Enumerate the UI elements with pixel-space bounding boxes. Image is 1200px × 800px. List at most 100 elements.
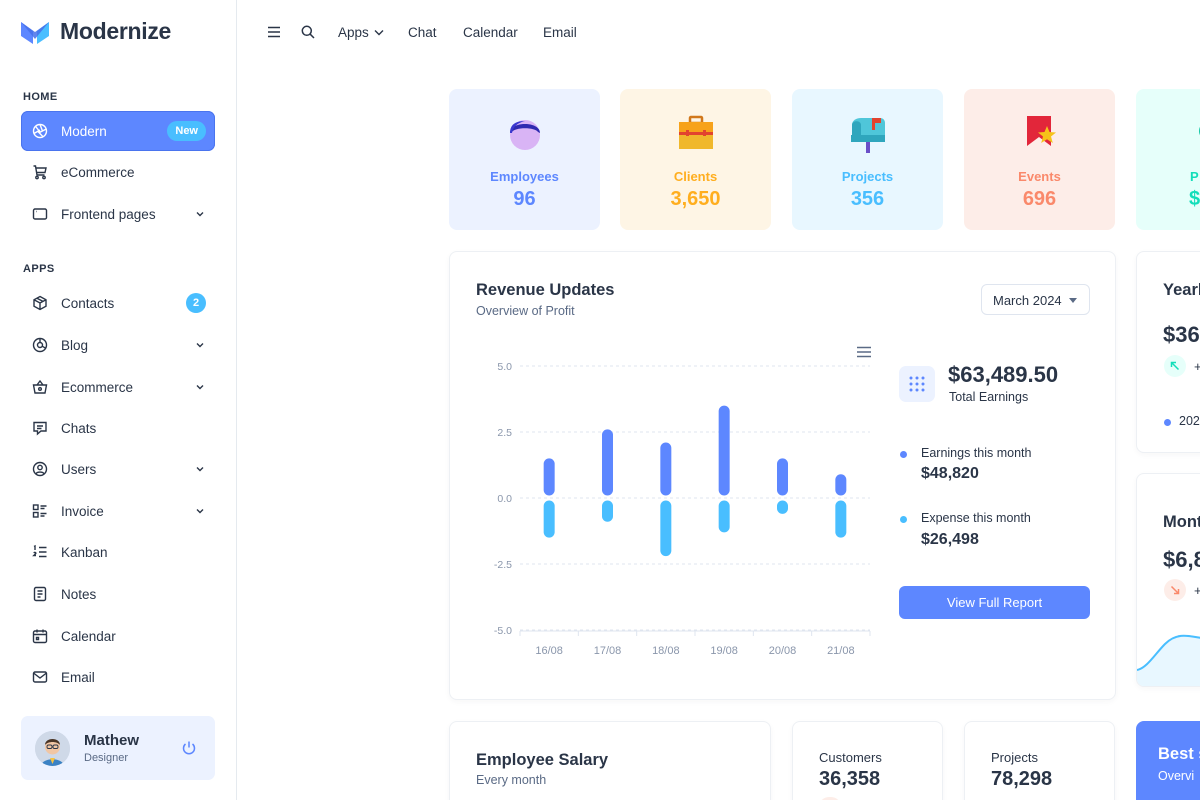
y-tick-label: -2.5 (494, 559, 512, 571)
stat-value: 696 (1022, 188, 1057, 210)
sidebar-item-calendar[interactable]: Calendar (21, 616, 215, 656)
stat-card-clients[interactable]: Clients 3,650 (620, 89, 771, 230)
message-icon (32, 420, 48, 436)
arrow-up-left-icon (1164, 355, 1186, 377)
chevron-down-icon (194, 381, 206, 393)
stat-card-employees[interactable]: Employees 96 (449, 89, 600, 230)
chart-donut-icon (32, 337, 48, 353)
mailbox-icon (851, 118, 885, 153)
notes-icon (32, 586, 48, 602)
stat-label: Employees (490, 169, 559, 184)
card-title: Employee Salary (476, 751, 609, 769)
topbar-email-link[interactable]: Email (543, 25, 577, 40)
y-tick-label: -5.0 (494, 625, 512, 637)
menu-icon[interactable] (266, 24, 282, 40)
topbar-calendar-link[interactable]: Calendar (463, 25, 518, 40)
sidebar-item-invoice[interactable]: Invoice (21, 491, 215, 531)
sidebar-item-label: Kanban (61, 544, 108, 560)
card-title: Mont (1163, 513, 1200, 531)
topbar-apps-label: Apps (338, 25, 369, 40)
contacts-count-badge: 2 (186, 293, 206, 313)
earnings-bar (718, 405, 730, 496)
x-tick-label: 19/08 (710, 645, 738, 657)
sidebar-item-label: Invoice (61, 503, 104, 519)
payroll-icon (1199, 126, 1200, 136)
nav-caption-home: HOME (23, 91, 58, 103)
sidebar-item-label: Users (61, 461, 97, 477)
sidebar-item-label: Frontend pages (61, 206, 156, 222)
chevron-down-icon (194, 339, 206, 351)
stat-label: Events (1018, 169, 1061, 184)
employee-salary-card: Employee Salary Every month (449, 721, 771, 800)
chevron-down-icon (194, 208, 206, 220)
card-title: Yearl (1163, 281, 1200, 299)
legend-dot-earnings (900, 451, 907, 458)
package-icon (32, 295, 48, 311)
monthly-earnings-card: Mont $6,8 + (1136, 473, 1200, 687)
aperture-icon (32, 123, 48, 139)
expense-bar (660, 500, 672, 557)
projects-card: Projects 78,298 (964, 721, 1115, 800)
card-title: Best s (1158, 745, 1200, 763)
sidebar-item-label: Notes (61, 586, 97, 602)
search-icon[interactable] (300, 24, 316, 40)
chevron-down-icon (194, 463, 206, 475)
briefcase-icon (679, 115, 713, 149)
sidebar-item-frontend-pages[interactable]: Frontend pages (21, 194, 215, 234)
stat-card-events[interactable]: Events 696 (964, 89, 1115, 230)
month-select[interactable]: March 2024 (981, 284, 1090, 315)
sidebar-item-kanban[interactable]: Kanban (21, 532, 215, 572)
card-subtitle: Overvi (1158, 769, 1195, 783)
monthly-sparkline (1137, 634, 1200, 686)
profile-role: Designer (84, 752, 129, 764)
favorite-flag-icon (1027, 116, 1056, 146)
stat-value: 356 (850, 188, 885, 210)
expense-bar (835, 500, 847, 538)
view-full-report-button[interactable]: View Full Report (899, 586, 1090, 619)
earnings-bar (835, 474, 847, 496)
topbar-chat-link[interactable]: Chat (408, 25, 437, 40)
earnings-bar (543, 458, 555, 496)
sidebar-item-ecommerce[interactable]: Ecommerce (21, 367, 215, 407)
sidebar-item-blog[interactable]: Blog (21, 325, 215, 365)
sidebar-item-notes[interactable]: Notes (21, 574, 215, 614)
yearly-value: $36 (1163, 322, 1200, 347)
sidebar-item-label: Ecommerce (61, 379, 134, 395)
chevron-down-icon (194, 505, 206, 517)
basket-icon (32, 379, 48, 395)
x-tick-label: 21/08 (827, 645, 855, 657)
power-icon[interactable] (181, 740, 197, 756)
chart-menu-icon[interactable] (856, 346, 872, 358)
card-subtitle: Every month (476, 773, 547, 787)
sidebar-item-label: Email (61, 669, 95, 685)
sidebar-item-chats[interactable]: Chats (21, 408, 215, 448)
earnings-label: Earnings this month (921, 446, 1032, 460)
stat-value: 96 (513, 188, 536, 210)
topbar-apps-link[interactable]: Apps (338, 25, 384, 40)
stat-card-projects[interactable]: Projects 356 (792, 89, 943, 230)
app-window-icon (32, 206, 48, 222)
avatar[interactable] (35, 730, 70, 766)
profile-card: Mathew Designer (21, 716, 215, 780)
y-tick-label: 0.0 (497, 493, 512, 505)
total-earnings-label: Total Earnings (949, 390, 1029, 404)
expense-bar (543, 500, 555, 538)
stat-card-payroll[interactable]: P $ (1136, 89, 1200, 230)
sidebar-item-modern[interactable]: Modern New (21, 111, 215, 151)
sidebar-item-contacts[interactable]: Contacts 2 (21, 283, 215, 323)
sidebar-item-users[interactable]: Users (21, 449, 215, 489)
sidebar-item-label: Calendar (61, 628, 116, 644)
sidebar-item-label: Chats (61, 420, 97, 436)
revenue-updates-card: Revenue Updates Overview of Profit March… (449, 251, 1116, 700)
profile-name: Mathew (84, 732, 140, 749)
sidebar-item-label: Contacts (61, 295, 115, 311)
sidebar-item-ecommerce-dashboard[interactable]: eCommerce (21, 152, 215, 192)
employee-avatar-icon (510, 120, 540, 150)
earnings-bar (777, 458, 788, 496)
sidebar-item-label: Modern (61, 123, 107, 139)
x-tick-label: 17/08 (594, 645, 622, 657)
new-badge: New (167, 121, 206, 141)
brand-logo[interactable]: Modernize (20, 18, 171, 45)
y-tick-label: 5.0 (497, 361, 512, 373)
sidebar-item-email[interactable]: Email (21, 657, 215, 697)
